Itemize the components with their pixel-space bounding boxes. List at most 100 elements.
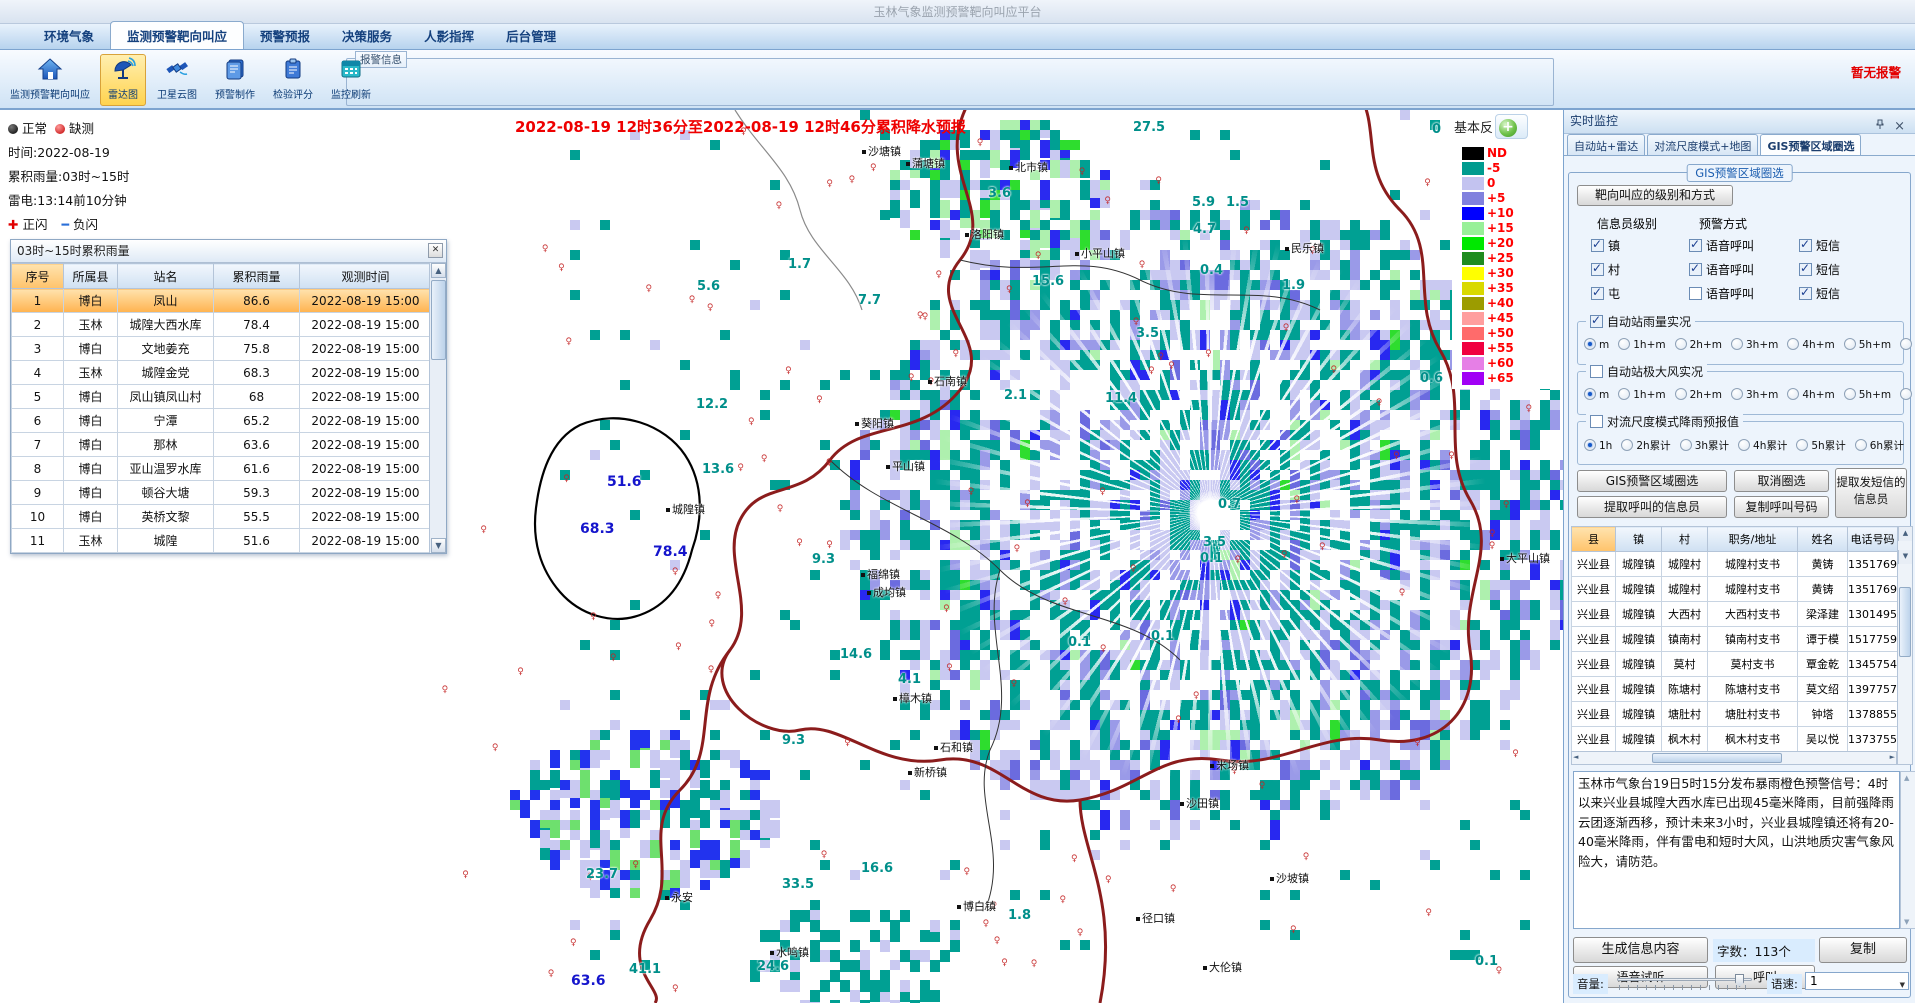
menu-tab-后台管理[interactable]: 后台管理 (490, 22, 572, 49)
level-checkbox-屯[interactable]: 屯 (1591, 285, 1620, 302)
contacts-table[interactable]: 县镇村职务/地址姓名电话号码兴业县城隍镇城隍村城隍村支书黄铸135176975兴… (1571, 526, 1898, 752)
table-row[interactable]: 1博白凤山86.62022-08-19 15:00 (12, 289, 432, 313)
scroll-down-icon[interactable]: ▼ (431, 538, 446, 553)
target-call-level-button[interactable]: 靶向叫应的级别和方式 (1577, 185, 1733, 206)
table-row[interactable]: 11玉林城隍51.62022-08-19 15:00 (12, 529, 432, 553)
radio-option-12h+m[interactable]: 12h+m (1900, 389, 1915, 401)
speed-combobox[interactable]: 1 (1805, 972, 1909, 990)
scroll-up-icon[interactable]: ▲ (1898, 527, 1912, 541)
contacts-col-header[interactable]: 县 (1572, 527, 1616, 552)
message-scrollbar[interactable]: ▲ ▼ (1900, 771, 1915, 929)
group-legend[interactable]: 自动站极大风实况 (1586, 363, 1707, 380)
rain-table[interactable]: 序号所属县站名累积雨量观测时间1博白凤山86.62022-08-19 15:00… (11, 263, 432, 553)
sms-checkbox[interactable]: 短信 (1799, 261, 1840, 278)
table-row[interactable]: 4玉林城隍金党68.32022-08-19 15:00 (12, 361, 432, 385)
radio-option-3h+m[interactable]: 3h+m (1731, 339, 1780, 351)
group-legend[interactable]: 对流尺度模式降雨预报值 (1586, 413, 1743, 430)
close-icon[interactable]: ✕ (428, 243, 443, 258)
table-row[interactable]: 兴业县城隍镇陈塘村陈塘村支书莫文绍139775796 (1572, 677, 1898, 702)
toolbar-button-卫星云图[interactable]: 卫星云图 (150, 54, 204, 106)
rain-col-header[interactable]: 所属县 (64, 264, 118, 289)
level-checkbox-镇[interactable]: 镇 (1591, 237, 1620, 254)
close-icon[interactable]: × (1894, 115, 1905, 138)
cancel-select-button[interactable]: 取消圈选 (1734, 470, 1829, 492)
pin-icon[interactable] (1875, 115, 1885, 138)
rain-window-titlebar[interactable]: 03时~15时累积雨量 ✕ (11, 240, 446, 263)
group-legend[interactable]: 自动站雨量实况 (1586, 313, 1695, 330)
table-row[interactable]: 兴业县城隍镇塘肚村塘肚村支书钟塔137885534 (1572, 702, 1898, 727)
copy-numbers-button[interactable]: 复制呼叫号码 (1734, 496, 1829, 518)
radio-option-12h+m[interactable]: 12h+m (1900, 339, 1915, 351)
rain-col-header[interactable]: 序号 (12, 264, 64, 289)
gis-circle-select-button[interactable]: GIS预警区域圈选 (1577, 470, 1727, 492)
table-row[interactable]: 兴业县城隍镇莫村莫村支书覃金乾134575405 (1572, 652, 1898, 677)
generate-message-button[interactable]: 生成信息内容 (1573, 937, 1708, 963)
radio-option-2h+m[interactable]: 2h+m (1675, 389, 1724, 401)
contacts-hscrollbar[interactable]: ◄ ► (1571, 751, 1897, 765)
volume-slider[interactable] (1617, 974, 1752, 992)
sms-checkbox[interactable]: 短信 (1799, 237, 1840, 254)
contacts-col-header[interactable]: 职务/地址 (1708, 527, 1798, 552)
extract-call-button[interactable]: 提取呼叫的信息员 (1577, 496, 1727, 518)
table-row[interactable]: 兴业县城隍镇城隍村城隍村支书黄铸135176975 (1572, 577, 1898, 602)
table-row[interactable]: 6博白宁潭65.22022-08-19 15:00 (12, 409, 432, 433)
panel-tab-自动站+雷达[interactable]: 自动站+雷达 (1567, 134, 1645, 155)
rain-col-header[interactable]: 累积雨量 (214, 264, 300, 289)
table-row[interactable]: 5博白凤山镇凤山村682022-08-19 15:00 (12, 385, 432, 409)
panel-tab-GIS预警区域圈选[interactable]: GIS预警区域圈选 (1760, 134, 1861, 155)
scrollbar-thumb[interactable] (431, 280, 446, 360)
scroll-right-icon[interactable]: ► (1890, 753, 1895, 761)
voice-call-checkbox[interactable]: 语音呼叫 (1689, 285, 1754, 302)
table-row[interactable]: 兴业县城隍镇大西村大西村支书梁泽建130149571 (1572, 602, 1898, 627)
voice-call-checkbox[interactable]: 语音呼叫 (1689, 237, 1754, 254)
rain-table-scrollbar[interactable]: ▲ ▼ (429, 263, 446, 553)
scroll-down-icon[interactable]: ▼ (1898, 550, 1912, 564)
toolbar-button-雷达图[interactable]: 雷达图 (100, 54, 146, 106)
scroll-up-icon[interactable]: ▲ (431, 263, 446, 278)
contacts-col-header[interactable]: 镇 (1616, 527, 1662, 552)
contacts-col-header[interactable]: 姓名 (1798, 527, 1848, 552)
contacts-vscrollbar[interactable]: ▲ ▼ (1897, 526, 1913, 765)
table-row[interactable]: 兴业县城隍镇城隍村城隍村支书黄铸135176975 (1572, 552, 1898, 577)
expand-icon[interactable]: + (1499, 119, 1517, 137)
table-row[interactable]: 8博白亚山温罗水库61.62022-08-19 15:00 (12, 457, 432, 481)
toolbar-button-预警制作[interactable]: 预警制作 (208, 54, 262, 106)
radio-option-4h+m[interactable]: 4h+m (1787, 389, 1836, 401)
radio-option-1h[interactable]: 1h (1584, 440, 1614, 452)
rain-col-header[interactable]: 观测时间 (300, 264, 432, 289)
scroll-down-icon[interactable]: ▼ (1904, 918, 1909, 926)
radio-option-2h累计[interactable]: 2h累计 (1621, 440, 1672, 452)
voice-call-checkbox[interactable]: 语音呼叫 (1689, 261, 1754, 278)
level-checkbox-村[interactable]: 村 (1591, 261, 1620, 278)
table-row[interactable]: 2玉林城隍大西水库78.42022-08-19 15:00 (12, 313, 432, 337)
radio-option-3h+m[interactable]: 3h+m (1731, 389, 1780, 401)
radio-option-3h累计[interactable]: 3h累计 (1680, 440, 1731, 452)
scrollbar-thumb[interactable] (1899, 587, 1911, 657)
scroll-up-icon[interactable]: ▲ (1904, 774, 1909, 782)
menu-tab-决策服务[interactable]: 决策服务 (326, 22, 408, 49)
table-row[interactable]: 3博白文地姜充75.82022-08-19 15:00 (12, 337, 432, 361)
table-row[interactable]: 兴业县城隍镇镇南村镇南村支书谭于模151775946 (1572, 627, 1898, 652)
table-row[interactable]: 兴业县城隍镇枫木村枫木村支书吴以悦137375511 (1572, 727, 1898, 752)
scrollbar-thumb[interactable] (1652, 753, 1782, 763)
menu-tab-监测预警靶向叫应[interactable]: 监测预警靶向叫应 (110, 21, 244, 49)
radio-option-2h+m[interactable]: 2h+m (1675, 339, 1724, 351)
radio-option-5h累计[interactable]: 5h累计 (1796, 440, 1847, 452)
copy-button[interactable]: 复制 (1819, 937, 1907, 963)
radio-option-1h+m[interactable]: 1h+m (1618, 339, 1667, 351)
toolbar-button-监控刷新[interactable]: 监控刷新 (324, 54, 378, 106)
toolbar-button-监测预警靶向叫应[interactable]: 监测预警靶向叫应 (4, 54, 96, 106)
radio-option-5h+m[interactable]: 5h+m (1844, 339, 1893, 351)
radio-option-4h累计[interactable]: 4h累计 (1738, 440, 1789, 452)
scroll-left-icon[interactable]: ◄ (1573, 753, 1578, 761)
menu-tab-环境气象[interactable]: 环境气象 (28, 22, 110, 49)
sms-checkbox[interactable]: 短信 (1799, 285, 1840, 302)
menu-tab-人影指挥[interactable]: 人影指挥 (408, 22, 490, 49)
radio-option-4h+m[interactable]: 4h+m (1787, 339, 1836, 351)
radio-option-m[interactable]: m (1584, 339, 1611, 351)
extract-sms-button[interactable]: 提取发短信的信息员 (1835, 468, 1907, 518)
table-row[interactable]: 7博白那林63.62022-08-19 15:00 (12, 433, 432, 457)
rain-col-header[interactable]: 站名 (118, 264, 214, 289)
contacts-col-header[interactable]: 电话号码 (1848, 527, 1898, 552)
radio-option-6h累计[interactable]: 6h累计 (1855, 440, 1906, 452)
